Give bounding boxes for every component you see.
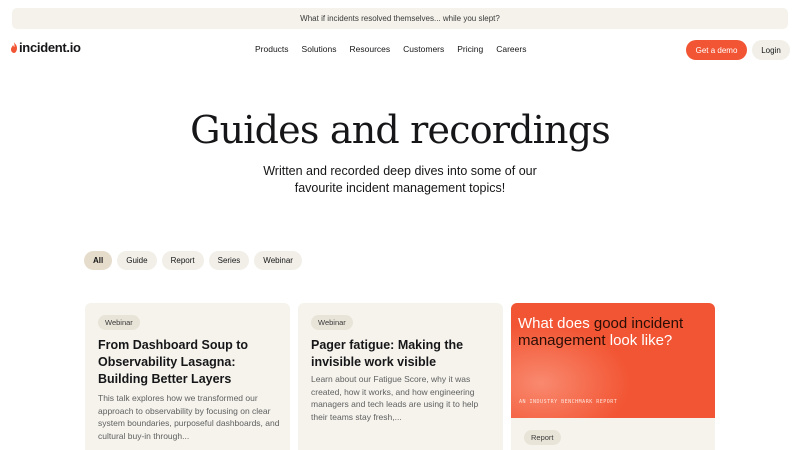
nav-item-resources[interactable]: Resources [350, 44, 391, 54]
filter-report[interactable]: Report [161, 251, 204, 270]
main-menu: Products Solutions Resources Customers P… [255, 44, 539, 54]
filter-series[interactable]: Series [208, 251, 250, 270]
card-tag: Report [524, 430, 561, 445]
card-title[interactable]: From Dashboard Soup to Observability Las… [98, 337, 278, 388]
filter-all[interactable]: All [84, 251, 113, 270]
filter-guide[interactable]: Guide [117, 251, 157, 270]
logo[interactable]: incident.io [10, 40, 81, 55]
resource-card[interactable]: Webinar From Dashboard Soup to Observabi… [85, 303, 290, 450]
card-tag: Webinar [311, 315, 353, 330]
card-description: Learn about our Fatigue Score, why it wa… [311, 374, 479, 422]
announcement-banner[interactable]: What if incidents resolved themselves...… [12, 8, 788, 29]
nav-item-customers[interactable]: Customers [403, 44, 444, 54]
filter-webinar[interactable]: Webinar [254, 251, 302, 270]
top-navigation: incident.io Products Solutions Resources… [0, 36, 800, 64]
login-button[interactable]: Login [752, 40, 790, 60]
logo-text: incident.io [19, 40, 81, 55]
heading-part-4: look like? [605, 332, 673, 349]
heading-part-2: good incident [593, 315, 684, 332]
featured-card-label: AN INDUSTRY BENCHMARK REPORT [519, 399, 618, 405]
resource-card[interactable]: Webinar Pager fatigue: Making the invisi… [298, 303, 503, 450]
nav-item-solutions[interactable]: Solutions [302, 44, 337, 54]
nav-item-pricing[interactable]: Pricing [457, 44, 483, 54]
featured-card-footer[interactable]: Report [511, 418, 715, 450]
banner-text[interactable]: What if incidents resolved themselves...… [300, 14, 500, 23]
card-description: This talk explores how we transformed ou… [98, 393, 280, 441]
heading-part-3: management [518, 332, 606, 349]
get-a-demo-button[interactable]: Get a demo [686, 40, 747, 60]
flame-icon [11, 42, 17, 53]
page-subtitle: Written and recorded deep dives into som… [263, 164, 537, 195]
nav-item-products[interactable]: Products [255, 44, 289, 54]
filter-bar: All Guide Report Series Webinar [84, 251, 302, 270]
heading-part-1: What does [518, 315, 594, 332]
page-title: Guides and recordings [190, 108, 611, 152]
featured-card-heading: What does good incident management look … [518, 315, 708, 349]
nav-item-careers[interactable]: Careers [496, 44, 526, 54]
card-title[interactable]: Pager fatigue: Making the invisible work… [311, 337, 491, 371]
card-tag: Webinar [98, 315, 140, 330]
featured-report-card[interactable]: What does good incident management look … [511, 303, 715, 418]
